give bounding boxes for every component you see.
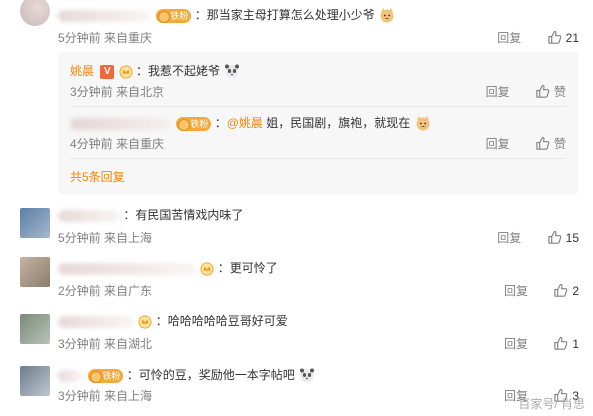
timestamp: 3分钟前 [58, 337, 101, 351]
avatar[interactable] [20, 208, 50, 238]
like-button[interactable]: 21 [547, 29, 579, 47]
timestamp: 5分钟前 [58, 231, 101, 245]
reply-button[interactable]: 回复 [486, 135, 510, 153]
timestamp: 4分钟前 [70, 137, 113, 151]
like-button[interactable]: 15 [547, 229, 579, 247]
like-count: 2 [572, 284, 579, 298]
thumbs-up-icon [554, 283, 568, 297]
username[interactable] [58, 262, 196, 275]
timestamp: 3分钟前 [70, 85, 113, 99]
thumbs-up-icon [554, 336, 568, 350]
thumbs-up-icon [547, 30, 561, 44]
comment-text: ：有民国苦情戏内味了 [123, 208, 244, 222]
reply-button[interactable]: 回复 [504, 282, 528, 300]
comment-text: ：哈哈哈哈哈豆哥好可爱 [155, 314, 288, 328]
like-button[interactable]: 赞 [535, 135, 566, 153]
fan-badge: 铁粉 [176, 116, 212, 131]
divider [70, 158, 566, 159]
cat-emoji-icon [380, 8, 394, 23]
username[interactable] [58, 315, 134, 328]
crown-badge-icon [200, 262, 214, 276]
like-label: 赞 [553, 85, 566, 99]
reply-button[interactable]: 回复 [504, 335, 528, 353]
crown-badge-icon [138, 315, 152, 329]
crown-badge-icon [119, 65, 133, 79]
location: 来自上海 [104, 389, 153, 403]
mention-link[interactable]: @姚晨 [227, 116, 263, 130]
panda-emoji-icon [225, 64, 240, 78]
reply-username[interactable]: 姚晨 [70, 64, 94, 78]
thumbs-up-icon [547, 230, 561, 244]
username[interactable] [58, 209, 120, 222]
thumbs-up-icon [536, 84, 550, 98]
reply-text: 姐，民国剧，旗袍，就现在 [262, 116, 411, 130]
reply-button[interactable]: 回复 [497, 229, 521, 247]
reply-button[interactable]: 回复 [486, 83, 510, 101]
comment-text: ：更可怜了 [217, 261, 278, 275]
reply-username[interactable] [70, 117, 170, 130]
location: 来自广东 [104, 284, 153, 298]
like-count: 21 [565, 31, 579, 45]
username[interactable] [58, 369, 82, 382]
like-button[interactable]: 2 [553, 282, 579, 300]
reply-button[interactable]: 回复 [497, 29, 521, 47]
like-label: 赞 [553, 137, 566, 151]
watermark: 百家号/ 肖思 [518, 397, 585, 411]
timestamp: 2分钟前 [58, 284, 101, 298]
fan-badge: 铁粉 [156, 8, 192, 23]
avatar[interactable] [20, 366, 50, 396]
fan-badge: 铁粉 [88, 368, 124, 383]
location: 来自湖北 [104, 337, 153, 351]
location: 来自重庆 [116, 137, 165, 151]
reply-text: ：我惹不起姥爷 [136, 64, 221, 78]
avatar[interactable] [20, 0, 50, 26]
avatar[interactable] [20, 257, 50, 287]
username[interactable] [58, 9, 150, 22]
divider [70, 106, 566, 107]
more-replies-link[interactable]: 共5条回复 [70, 168, 125, 186]
timestamp: 5分钟前 [58, 31, 101, 45]
avatar[interactable] [20, 314, 50, 344]
replies-box: 姚晨 V ：我惹不起姥爷 3分钟前 来自北京 回复 赞 铁粉 ：@姚晨 姐，民国… [58, 52, 578, 194]
panda-emoji-icon [300, 368, 315, 382]
location: 来自北京 [116, 85, 165, 99]
thumbs-up-icon [536, 136, 550, 150]
like-button[interactable]: 1 [553, 335, 579, 353]
cat-emoji-icon [416, 116, 430, 131]
like-button[interactable]: 赞 [535, 83, 566, 101]
comment-text: ：那当家主母打算怎么处理小少爷 [194, 8, 375, 22]
like-count: 15 [565, 231, 579, 245]
location: 来自上海 [104, 231, 153, 245]
location: 来自重庆 [104, 31, 153, 45]
comment-text: ：可怜的豆，奖励他一本字帖吧 [126, 368, 295, 382]
timestamp: 3分钟前 [58, 389, 101, 403]
like-count: 1 [572, 337, 579, 351]
verified-v-badge: V [100, 64, 115, 79]
